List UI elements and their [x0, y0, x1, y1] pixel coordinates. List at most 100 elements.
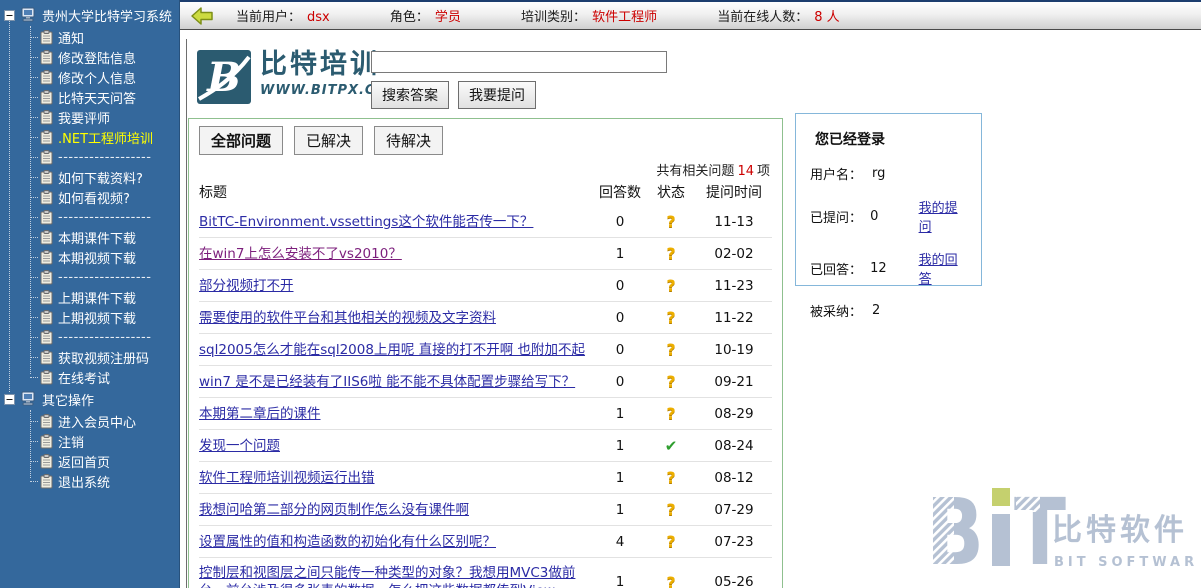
sidebar-item[interactable]: 返回首页 [0, 451, 179, 471]
login-status-panel: 您已经登录 用户名： rg 已提问： 0 我的提问 已回答： 12 [795, 113, 982, 286]
clipboard-icon [40, 130, 53, 145]
sidebar-item[interactable]: 在线考试 [0, 367, 179, 387]
sidebar-item[interactable]: 我要评师 [0, 107, 179, 127]
sidebar-item[interactable]: 进入会员中心 [0, 411, 179, 431]
question-tab[interactable]: 已解决 [294, 126, 363, 155]
sidebar-item[interactable]: ------------------ [0, 147, 179, 167]
collapse-minus-icon[interactable] [4, 394, 15, 405]
question-title-cell: 软件工程师培训视频运行出错 [199, 469, 594, 487]
sidebar-item[interactable]: 修改登陆信息 [0, 47, 179, 67]
sidebar-item[interactable]: 本期课件下载 [0, 227, 179, 247]
tree-group-other: 进入会员中心 注销 返回首页 退出系统 [0, 411, 179, 491]
question-title-cell: 本期第二章后的课件 [199, 405, 594, 423]
question-date: 11-22 [696, 310, 772, 326]
sidebar: 贵州大学比特学习系统 通知 修改登陆信息 [0, 0, 180, 588]
question-title-cell: win7 是不是已经装有了IIS6啦 能不能不具体配置步骤给写下？ [199, 373, 594, 391]
sidebar-item[interactable]: 注销 [0, 431, 179, 451]
question-link[interactable]: BitTC-Environment.vssettings这个软件能否传一下？ [199, 214, 533, 230]
sidebar-item-label: 比特天天问答 [58, 88, 136, 107]
question-link[interactable]: 本期第二章后的课件 [199, 406, 321, 422]
sidebar-item[interactable]: 上期视频下载 [0, 307, 179, 327]
clipboard-icon [40, 474, 53, 489]
question-link[interactable]: 我想问哈第二部分的网页制作怎么没有课件啊 [199, 502, 469, 518]
sidebar-item[interactable]: 比特天天问答 [0, 87, 179, 107]
question-title-cell: 需要使用的软件平台和其他相关的视频及文字资料 [199, 309, 594, 327]
status-value: 软件工程师 [592, 10, 657, 25]
question-title-cell: 在win7上怎么安装不了vs2010？ [199, 245, 594, 263]
count-prefix: 共有相关问题 [656, 164, 734, 179]
question-tab[interactable]: 待解决 [374, 126, 443, 155]
sidebar-item-label: 如何下载资料? [58, 168, 143, 187]
question-link[interactable]: 部分视频打不开 [199, 278, 294, 294]
sidebar-item[interactable]: 上期课件下载 [0, 287, 179, 307]
status-pairs: 当前用户：dsx 角色：学员 培训类别：软件工程师 当前在线人数：8 人 [236, 6, 896, 25]
status-icon: ? [666, 372, 675, 391]
sidebar-item[interactable]: 退出系统 [0, 471, 179, 491]
sidebar-item[interactable]: 通知 [0, 27, 179, 47]
tree-group-main: 通知 修改登陆信息 修改个人信息 比特天天问答 [0, 27, 179, 387]
sidebar-item-label: 返回首页 [58, 452, 110, 471]
panel-link[interactable]: 我的回答 [919, 249, 969, 287]
sidebar-item[interactable]: 如何下载资料? [0, 167, 179, 187]
table-row: 软件工程师培训视频运行出错 1 ? 08-12 [199, 461, 772, 493]
question-link[interactable]: win7 是不是已经装有了IIS6啦 能不能不具体配置步骤给写下？ [199, 374, 575, 390]
collapse-minus-icon[interactable] [4, 10, 15, 21]
question-date: 08-12 [696, 470, 772, 486]
svg-text:B: B [206, 54, 241, 101]
clipboard-icon [40, 250, 53, 265]
top-status-bar: 当前用户：dsx 角色：学员 培训类别：软件工程师 当前在线人数：8 人 [180, 0, 1201, 30]
clipboard-icon [40, 370, 53, 385]
sidebar-item[interactable]: 获取视频注册码 [0, 347, 179, 367]
search-answers-button[interactable]: 搜索答案 [371, 81, 449, 109]
panel-value: rg [872, 166, 922, 181]
tree-root-system[interactable]: 贵州大学比特学习系统 [0, 3, 179, 27]
table-row: 在win7上怎么安装不了vs2010？ 1 ? 02-02 [199, 237, 772, 269]
count-number: 14 [737, 164, 754, 179]
question-link[interactable]: sql2005怎么才能在sql2008上用呢 直接的打不开啊 也附加不起 [199, 342, 585, 358]
question-link[interactable]: 设置属性的值和构造函数的初始化有什么区别呢？ [199, 534, 496, 550]
tree-root-other[interactable]: 其它操作 [0, 387, 179, 411]
sidebar-item-label: 我要评师 [58, 108, 110, 127]
panel-value: 2 [872, 303, 922, 318]
watermark-en-text: BIT SOFTWARE [1054, 555, 1198, 570]
table-header: 标题 回答数 状态 提问时间 [199, 179, 772, 206]
sidebar-item[interactable]: 本期视频下载 [0, 247, 179, 267]
sidebar-item[interactable]: 修改个人信息 [0, 67, 179, 87]
bit-software-watermark: B T 比特软件 BIT SOFTWARE [930, 478, 1198, 582]
ask-question-button[interactable]: 我要提问 [458, 81, 536, 109]
panel-label: 已提问： [810, 207, 870, 226]
sidebar-item-label: 修改登陆信息 [58, 48, 136, 67]
answer-count: 1 [594, 438, 646, 454]
question-tab[interactable]: 全部问题 [199, 126, 283, 155]
sidebar-item-label: ------------------ [58, 270, 151, 285]
status-icon: ? [666, 308, 675, 327]
sidebar-item-label: 上期课件下载 [58, 288, 136, 307]
question-link[interactable]: 在win7上怎么安装不了vs2010？ [199, 246, 402, 262]
question-link[interactable]: 控制层和视图层之间只能传一种类型的对象？我想用MVC3做前台，前台涉及很多张表的… [199, 565, 575, 588]
sidebar-item[interactable]: ------------------ [0, 207, 179, 227]
question-link[interactable]: 软件工程师培训视频运行出错 [199, 470, 375, 486]
question-date: 07-23 [696, 534, 772, 550]
sidebar-item[interactable]: .NET工程师培训 [0, 127, 179, 147]
question-date: 07-29 [696, 502, 772, 518]
status-pair: 培训类别：软件工程师 [521, 10, 657, 25]
search-input[interactable] [371, 51, 667, 73]
question-link[interactable]: 发现一个问题 [199, 438, 280, 454]
sidebar-item[interactable]: ------------------ [0, 327, 179, 347]
back-arrow-icon[interactable] [190, 6, 214, 26]
panel-link[interactable]: 我的提问 [919, 197, 969, 235]
clipboard-icon [40, 290, 53, 305]
status-cell: ✔ [646, 436, 696, 455]
answer-count: 4 [594, 534, 646, 550]
table-row: 部分视频打不开 0 ? 11-23 [199, 269, 772, 301]
answer-count: 1 [594, 246, 646, 262]
table-row: 控制层和视图层之间只能传一种类型的对象？我想用MVC3做前台，前台涉及很多张表的… [199, 557, 772, 588]
sidebar-item-label: 注销 [58, 432, 84, 451]
table-row: sql2005怎么才能在sql2008上用呢 直接的打不开啊 也附加不起 0 ?… [199, 333, 772, 365]
panel-row: 用户名： rg [810, 164, 969, 183]
panel-row: 被采纳： 2 [810, 301, 969, 320]
sidebar-item[interactable]: 如何看视频? [0, 187, 179, 207]
question-link[interactable]: 需要使用的软件平台和其他相关的视频及文字资料 [199, 310, 496, 326]
sidebar-item[interactable]: ------------------ [0, 267, 179, 287]
panel-row: 已提问： 0 我的提问 [810, 197, 969, 235]
